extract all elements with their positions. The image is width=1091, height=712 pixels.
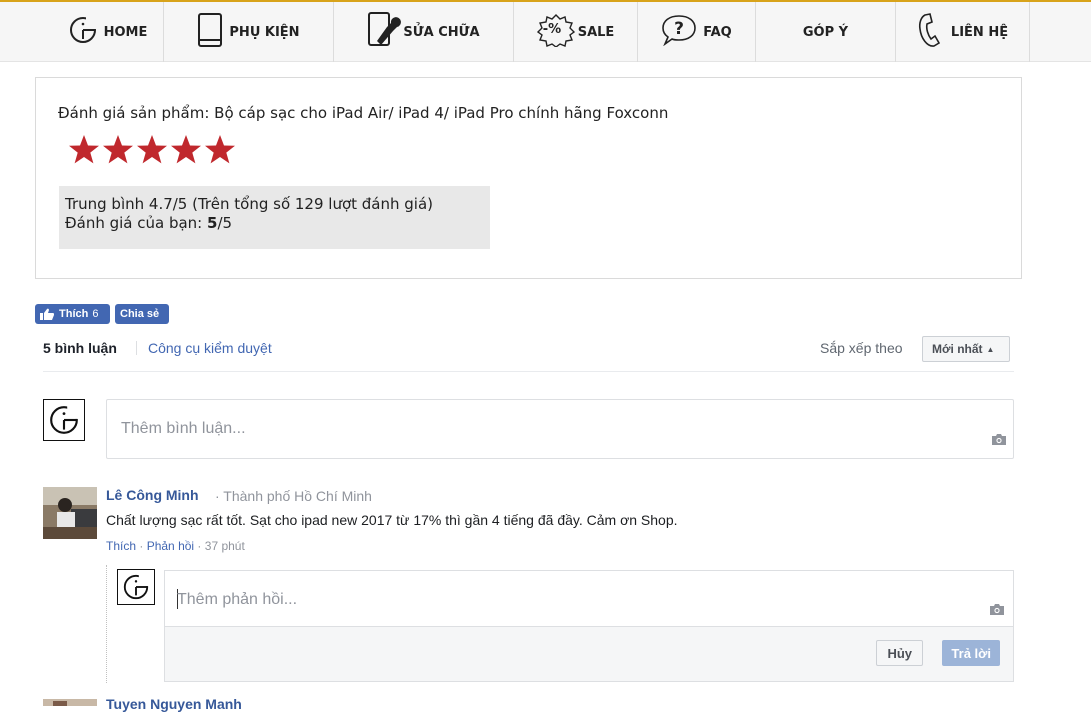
nav-repair[interactable]: SỬA CHỮA [334,2,514,62]
product-rating-box: Đánh giá sản phẩm: Bộ cáp sạc cho iPad A… [35,77,1022,279]
your-rating-label: Đánh giá của bạn: [65,214,208,232]
nav-feedback[interactable]: GÓP Ý [756,2,896,62]
reply-composer: Thêm phản hồi... Hủy Trả lời [164,570,1014,682]
brand-logo-icon [68,14,98,50]
star-icon[interactable] [204,134,236,166]
sort-label: Sắp xếp theo [820,340,903,356]
avatar [117,569,155,605]
your-rating-suffix: /5 [217,214,233,232]
star-icon[interactable] [136,134,168,166]
nav-contact-label: LIÊN HỆ [950,24,1009,40]
nav-faq-label: FAQ [703,24,732,40]
commenter-avatar[interactable] [43,696,97,706]
thumbs-up-icon [40,308,54,320]
fb-like-label: Thích [59,308,89,320]
cancel-button[interactable]: Hủy [876,640,923,666]
nav-contact[interactable]: LIÊN HỆ [896,2,1030,62]
nav-sale-label: SALE [577,24,615,40]
comment-author[interactable]: Lê Công Minh [106,487,199,503]
rating-average: Trung bình 4.7/5 (Trên tổng số 129 lượt … [65,195,434,213]
star-icon[interactable] [68,134,100,166]
nav-home-label: HOME [103,24,148,40]
rating-stars[interactable] [68,134,236,166]
sort-arrows-icon: ▲︎ [986,344,995,354]
comment-reply-link[interactable]: Phản hồi [147,539,194,553]
top-navigation: HOME PHỤ KIỆN SỬA CHỮA -% SALE ? FAQ GÓP… [0,0,1091,62]
nav-repair-label: SỬA CHỮA [403,24,480,40]
sale-badge-icon: -% [536,13,575,52]
comment-like-link[interactable]: Thích [106,539,136,553]
moderation-tools-link[interactable]: Công cụ kiểm duyệt [148,340,272,356]
reply-thread-line [106,565,107,683]
sale-badge-text: -% [542,21,562,37]
sort-select[interactable]: Mới nhất ▲︎ [922,336,1010,362]
nav-sale[interactable]: -% SALE [514,2,638,62]
brand-logo-icon [50,404,80,434]
sort-select-value: Mới nhất [932,342,983,356]
commenter-avatar[interactable] [43,487,97,539]
nav-accessories[interactable]: PHỤ KIỆN [164,2,334,62]
your-rating: Đánh giá của bạn: 5/5 [65,214,484,233]
star-icon[interactable] [170,134,202,166]
header-divider [43,371,1014,372]
comment-input[interactable]: Thêm bình luận... [106,399,1014,459]
rating-title: Đánh giá sản phẩm: Bộ cáp sạc cho iPad A… [58,104,669,122]
svg-text:?: ? [674,19,684,39]
nav-home[interactable]: HOME [52,2,164,62]
fb-share-label: Chia sẻ [120,308,160,320]
comments-count: 5 bình luận [43,340,117,356]
star-icon[interactable] [102,134,134,166]
question-bubble-icon: ? [661,14,697,51]
dot-separator: · [197,539,205,553]
reply-footer: Hủy Trả lời [165,626,1013,681]
nav-accessories-label: PHỤ KIỆN [229,24,300,40]
fb-like-count: 6 [92,308,99,320]
repair-wrench-icon [367,11,402,54]
comment-actions: Thích · Phản hồi · 37 phút [106,539,245,553]
dot-separator: · [139,539,147,553]
your-rating-value: 5 [207,214,218,232]
reply-submit-button[interactable]: Trả lời [942,640,1000,666]
comment-time[interactable]: 37 phút [205,539,245,553]
reply-placeholder: Thêm phản hồi... [177,591,298,608]
phone-icon [917,12,941,53]
tablet-icon [197,12,223,53]
reply-input[interactable]: Thêm phản hồi... [165,571,1013,628]
comment-text: Chất lượng sạc rất tốt. Sạt cho ipad new… [106,512,678,528]
comment-location: · Thành phố Hồ Chí Minh [215,488,372,504]
avatar [43,399,85,441]
brand-logo-icon [123,573,150,600]
fb-like-button[interactable]: Thích 6 [35,304,110,324]
fb-share-button[interactable]: Chia sẻ [115,304,169,324]
camera-icon[interactable] [991,433,1007,446]
comment-author[interactable]: Tuyen Nguyen Manh [106,696,242,712]
rating-summary: Trung bình 4.7/5 (Trên tổng số 129 lượt … [59,186,490,249]
camera-icon[interactable] [989,603,1005,616]
comment-placeholder: Thêm bình luận... [121,420,246,437]
nav-faq[interactable]: ? FAQ [638,2,756,62]
nav-feedback-label: GÓP Ý [802,24,849,40]
header-separator [136,341,137,355]
